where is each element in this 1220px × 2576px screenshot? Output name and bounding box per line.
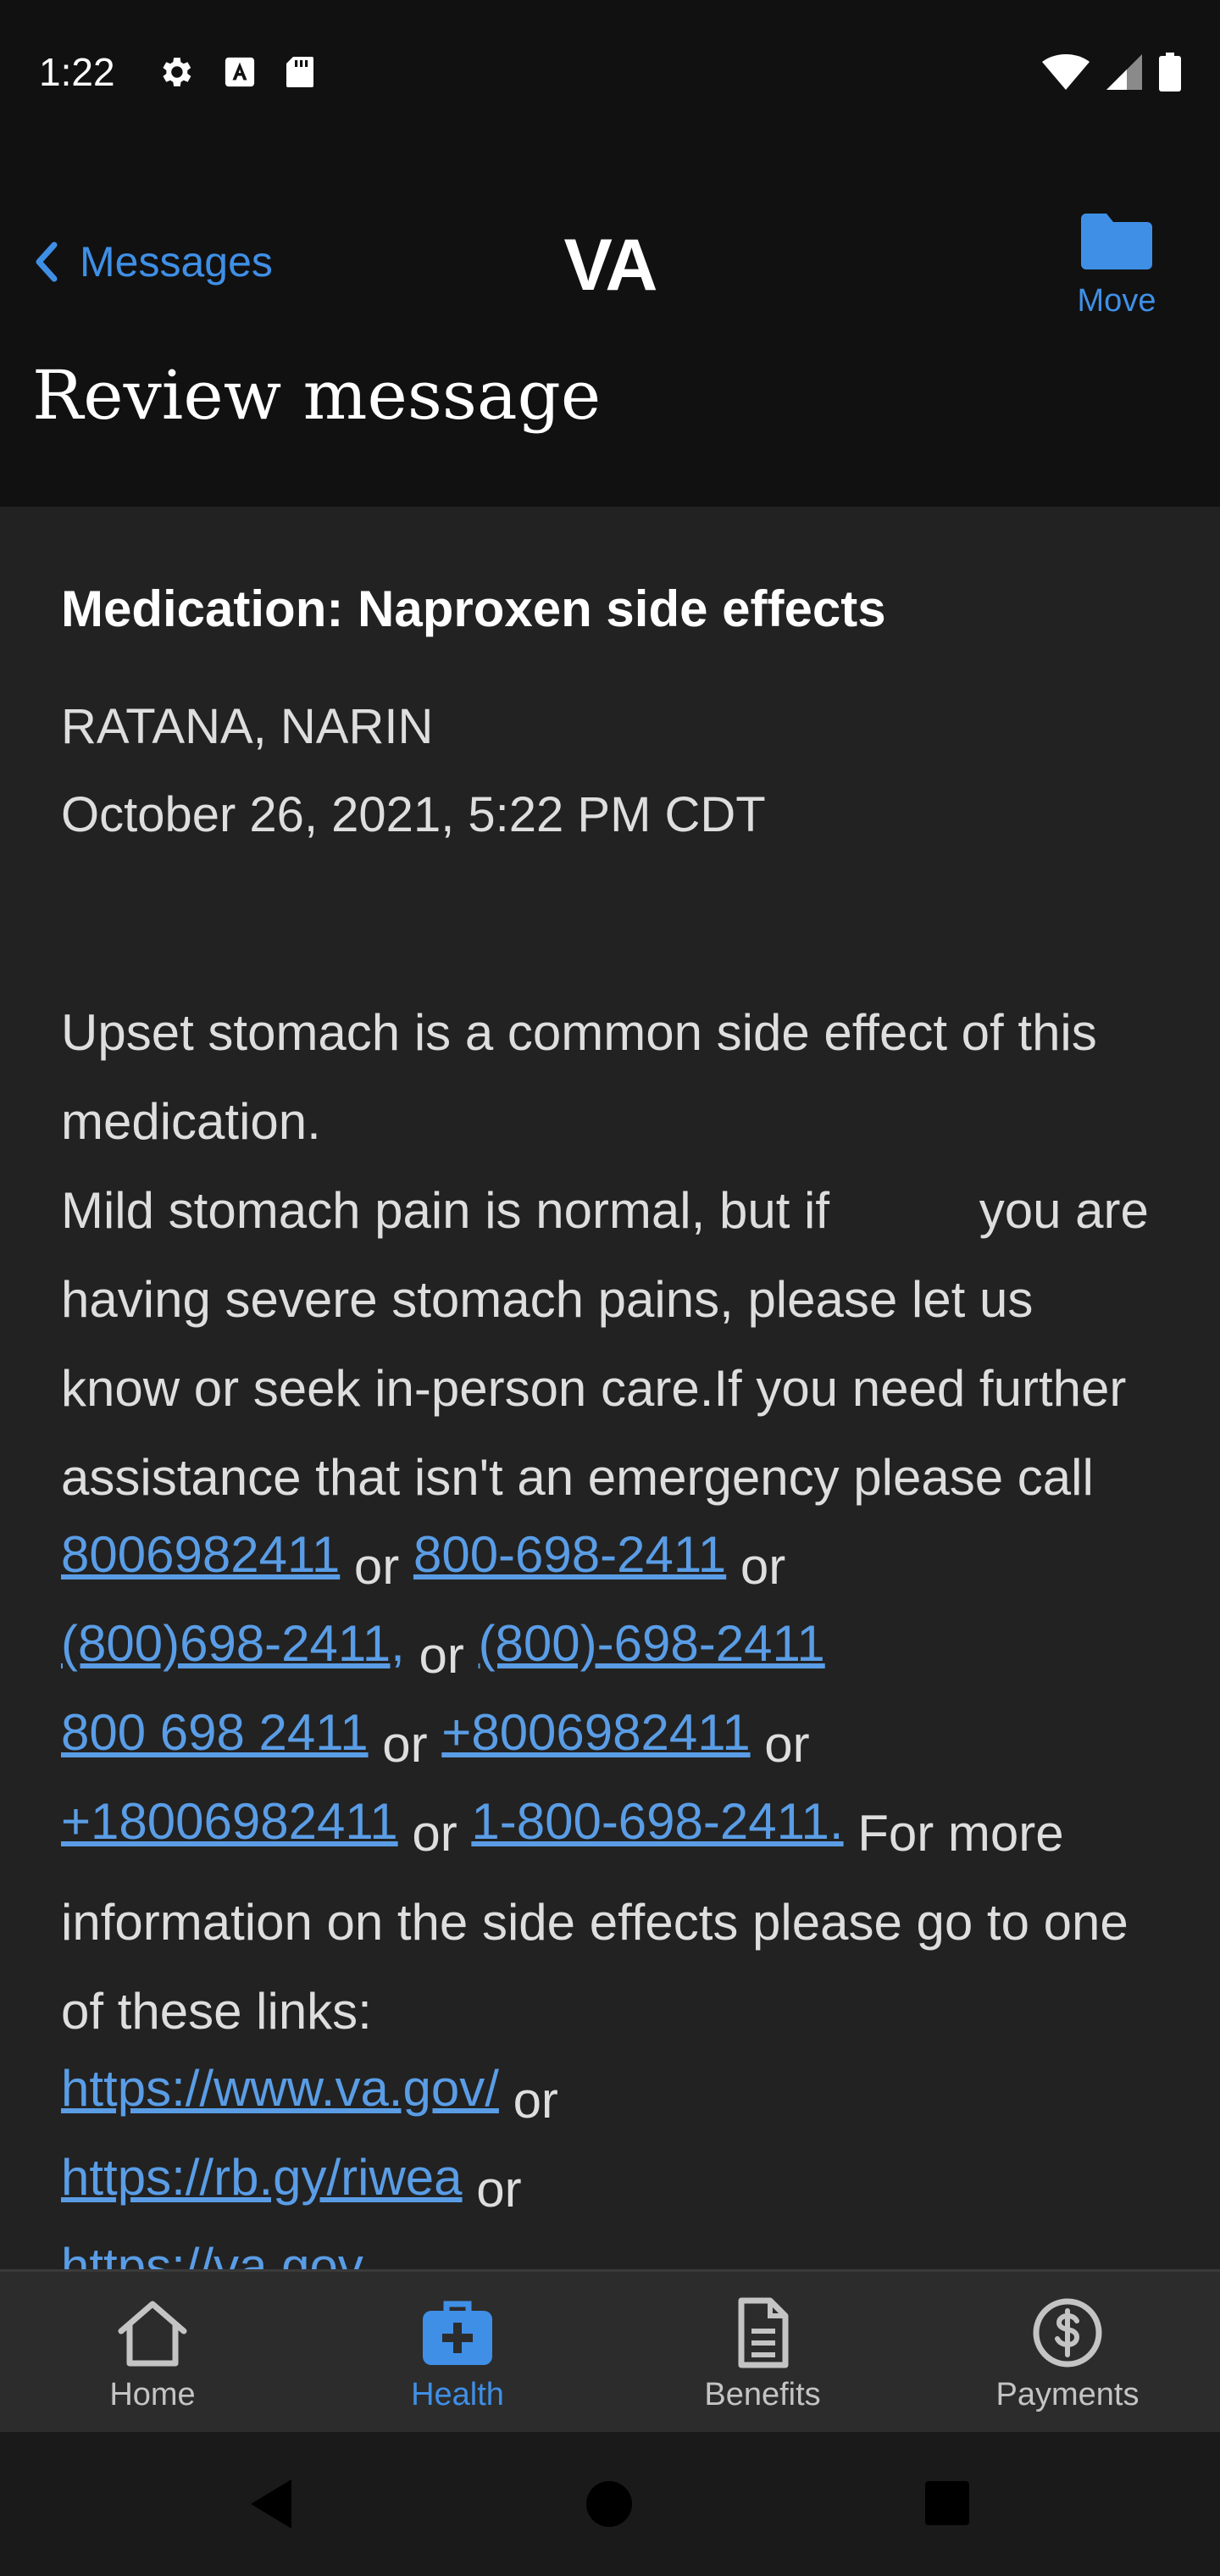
message-content: Medication: Naproxen side effects RATANA… bbox=[0, 507, 1220, 2269]
phone-link-7[interactable]: +18006982411 bbox=[61, 1793, 398, 1850]
phone-link-6[interactable]: +8006982411 bbox=[441, 1704, 750, 1761]
home-icon bbox=[118, 2301, 187, 2367]
web-link-1[interactable]: https://www.va.gov/ bbox=[61, 2060, 499, 2117]
phone-link-1[interactable]: 8006982411 bbox=[61, 1526, 340, 1583]
or-text: or bbox=[412, 1805, 458, 1862]
phone-link-8[interactable]: 1-800-698-2411. bbox=[471, 1793, 843, 1850]
tab-health-label: Health bbox=[411, 2377, 504, 2412]
body-paragraph-2a: Mild stomach pain is normal, but if bbox=[61, 1182, 830, 1239]
status-icons-right bbox=[1042, 53, 1181, 92]
nav-recents-icon[interactable] bbox=[925, 2481, 969, 2525]
phone-link-4[interactable]: (800)-698-2411 bbox=[479, 1615, 825, 1672]
message-body: Upset stomach is a common side effect of… bbox=[61, 988, 1162, 2269]
tab-benefits-label: Benefits bbox=[704, 2377, 821, 2412]
phone-link-3[interactable]: (800)698-2411, bbox=[61, 1615, 405, 1672]
status-icons-left bbox=[156, 53, 315, 92]
tab-payments[interactable]: Payments bbox=[915, 2272, 1220, 2432]
dollar-circle-icon bbox=[1033, 2298, 1102, 2368]
body-paragraph-1: Upset stomach is a common side effect of… bbox=[61, 1004, 1097, 1150]
or-text: or bbox=[764, 1716, 810, 1773]
message-date: October 26, 2021, 5:22 PM CDT bbox=[61, 787, 766, 842]
tab-benefits[interactable]: Benefits bbox=[610, 2272, 915, 2432]
tab-home[interactable]: Home bbox=[0, 2272, 305, 2432]
android-navigation-bar bbox=[0, 2432, 1220, 2576]
gear-icon bbox=[163, 58, 191, 86]
bottom-tab-bar: Home Health Benefits Payments bbox=[0, 2269, 1220, 2432]
tab-home-label: Home bbox=[109, 2377, 196, 2412]
or-text: or bbox=[740, 1538, 786, 1595]
header: Messages VA Move Review message bbox=[0, 144, 1220, 507]
status-time: 1:22 bbox=[39, 50, 115, 94]
wifi-icon bbox=[1042, 54, 1090, 90]
web-link-2[interactable]: https://rb.gy/riwea bbox=[61, 2149, 463, 2206]
move-label: Move bbox=[1077, 283, 1156, 319]
nav-home-icon[interactable] bbox=[586, 2481, 632, 2527]
move-button[interactable]: Move bbox=[1066, 212, 1167, 319]
document-icon bbox=[738, 2297, 789, 2368]
phone-link-5[interactable]: 800 698 2411 bbox=[61, 1704, 369, 1761]
tab-health[interactable]: Health bbox=[305, 2272, 610, 2432]
a-notification-icon bbox=[225, 57, 255, 87]
phone-link-2[interactable]: 800-698-2411 bbox=[413, 1526, 726, 1583]
page-title: Review message bbox=[32, 356, 602, 435]
or-text: or bbox=[382, 1716, 428, 1773]
status-bar: 1:22 bbox=[0, 0, 1220, 144]
battery-icon bbox=[1159, 53, 1181, 92]
message-subject: Medication: Naproxen side effects bbox=[61, 580, 886, 637]
folder-icon bbox=[1081, 214, 1152, 269]
or-text: or bbox=[353, 1538, 400, 1595]
or-text: or bbox=[513, 2072, 558, 2129]
or-text: or bbox=[476, 2161, 522, 2218]
message-sender: RATANA, NARIN bbox=[61, 699, 434, 754]
tab-payments-label: Payments bbox=[995, 2377, 1140, 2412]
app-title: VA bbox=[563, 225, 657, 306]
sd-card-icon bbox=[286, 57, 313, 87]
web-link-3[interactable]: https://va.gov bbox=[61, 2238, 363, 2269]
cellular-signal-icon bbox=[1106, 54, 1142, 90]
medical-kit-icon bbox=[423, 2301, 492, 2365]
nav-back-icon[interactable] bbox=[251, 2479, 293, 2529]
or-text: or bbox=[419, 1627, 464, 1684]
